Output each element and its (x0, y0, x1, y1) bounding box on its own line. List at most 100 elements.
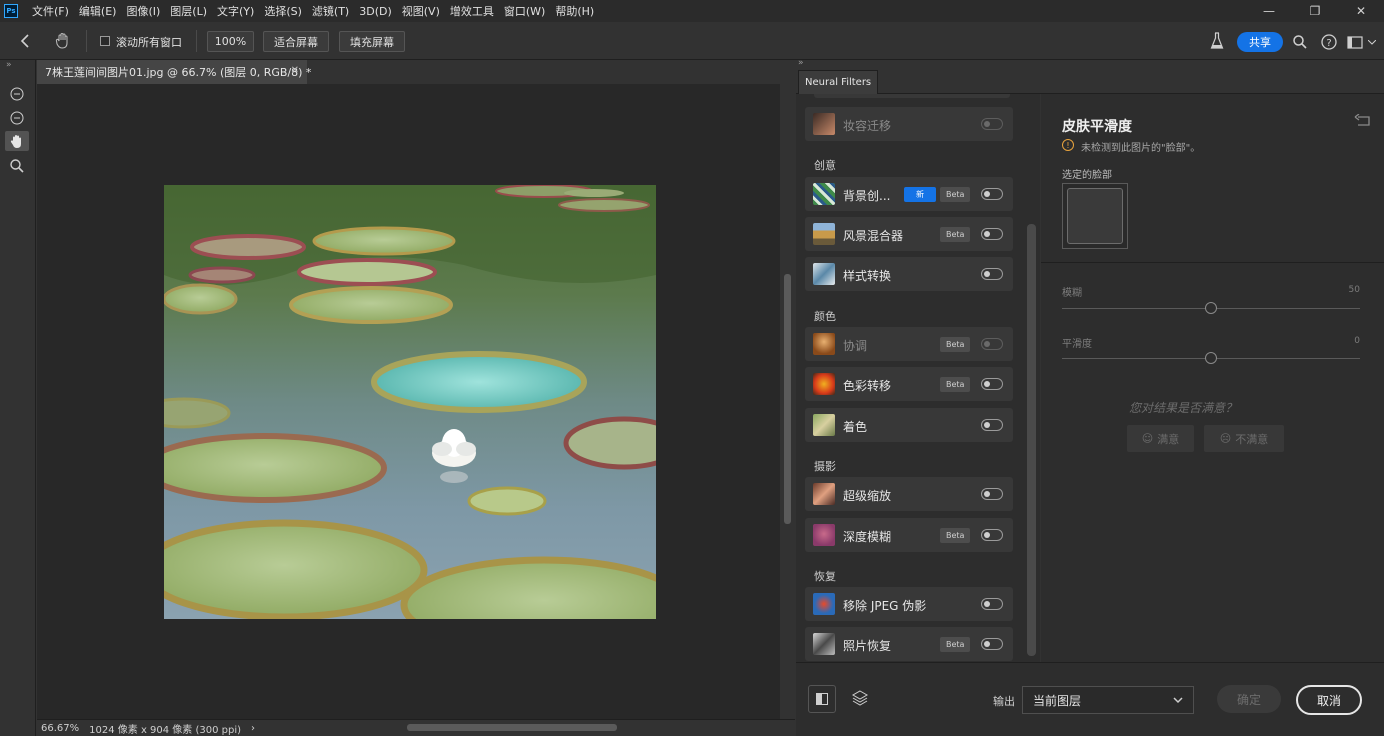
filter-toggle[interactable] (981, 188, 1003, 200)
smoothness-slider[interactable] (1062, 352, 1360, 364)
filter-jpeg-artifacts-removal[interactable]: 移除 JPEG 伪影 (805, 587, 1013, 621)
filter-depth-blur[interactable]: 深度模糊 Beta (805, 518, 1013, 552)
filter-harmonization[interactable]: 协调 Beta (805, 327, 1013, 361)
zoom-100-button[interactable]: 100% (207, 31, 254, 52)
tab-neural-filters[interactable]: Neural Filters (798, 70, 879, 94)
menu-plugins[interactable]: 增效工具 (450, 3, 494, 19)
menu-type[interactable]: 文字(Y) (217, 3, 254, 19)
fill-screen-button[interactable]: 填充屏幕 (339, 31, 405, 52)
scrollbar-thumb[interactable] (784, 274, 791, 524)
scrollbar-thumb[interactable] (1027, 224, 1036, 656)
filter-colorize[interactable]: 着色 (805, 408, 1013, 442)
zoom-out-icon[interactable] (5, 84, 29, 104)
filter-toggle[interactable] (981, 488, 1003, 500)
layers-icon[interactable] (851, 690, 869, 709)
collapse-arrows-icon[interactable]: » (798, 58, 804, 68)
menu-file[interactable]: 文件(F) (32, 3, 69, 19)
filter-thumbnail (813, 373, 835, 395)
beta-badge: Beta (940, 377, 971, 392)
filter-name: 风景混合器 (843, 229, 904, 243)
scroll-all-windows-checkbox[interactable] (100, 36, 110, 46)
menu-select[interactable]: 选择(S) (264, 3, 302, 19)
satisfied-button[interactable]: ☺ 满意 (1127, 425, 1194, 452)
status-menu-arrow[interactable]: › (251, 723, 255, 734)
horizontal-scrollbar[interactable] (267, 724, 777, 732)
menu-layer[interactable]: 图层(L) (170, 3, 207, 19)
share-button[interactable]: 共享 (1237, 32, 1283, 52)
filter-thumbnail (813, 483, 835, 505)
zoom-tool-icon[interactable] (5, 156, 29, 176)
menu-window[interactable]: 窗口(W) (504, 3, 545, 19)
menu-view[interactable]: 视图(V) (402, 3, 440, 19)
minimize-button[interactable]: — (1246, 0, 1292, 22)
blur-slider[interactable] (1062, 302, 1360, 314)
filter-toggle[interactable] (981, 338, 1003, 350)
document-tab[interactable]: 7株王莲间间图片01.jpg @ 66.7% (图层 0, RGB/8) * ✕ (37, 60, 311, 84)
scroll-all-windows-label: 滚动所有窗口 (116, 36, 182, 49)
back-arrow-icon[interactable] (20, 34, 30, 48)
chevron-down-icon (1173, 697, 1183, 704)
close-window-button[interactable]: ✕ (1338, 0, 1384, 22)
beta-badge: Beta (940, 637, 971, 652)
divider (86, 30, 87, 52)
filter-toggle[interactable] (981, 268, 1003, 280)
workspace-icon[interactable] (1347, 36, 1365, 49)
scrollbar-thumb[interactable] (407, 724, 617, 731)
feedback-question: 您对结果是否满意？ (1129, 401, 1238, 415)
help-icon[interactable]: ? (1321, 34, 1337, 50)
before-after-button[interactable] (808, 685, 836, 713)
selected-face-label: 选定的脸部 (1062, 170, 1112, 181)
search-icon[interactable] (1293, 35, 1307, 49)
menu-help[interactable]: 帮助(H) (555, 3, 594, 19)
restore-button[interactable]: ❐ (1292, 0, 1338, 22)
beta-badge: Beta (940, 227, 971, 242)
zoom-out-icon[interactable] (5, 108, 29, 128)
filter-toggle[interactable] (981, 378, 1003, 390)
filter-makeup-transfer[interactable]: 妆容迁移 (805, 107, 1013, 141)
smoothness-slider-knob[interactable] (1205, 352, 1217, 364)
beta-badge: Beta (940, 337, 971, 352)
zoom-level[interactable]: 66.67% (41, 723, 79, 734)
menu-bar: Ps 文件(F) 编辑(E) 图像(I) 图层(L) 文字(Y) 选择(S) 滤… (0, 0, 1384, 22)
ok-button[interactable]: 确定 (1217, 685, 1281, 713)
filter-thumbnail (813, 113, 835, 135)
filter-background-creator[interactable]: 背景创... 新 Beta (805, 177, 1013, 211)
output-select[interactable]: 当前图层 (1022, 686, 1194, 714)
menu-image[interactable]: 图像(I) (126, 3, 160, 19)
menu-filter[interactable]: 滤镜(T) (312, 3, 349, 19)
filter-photo-restoration[interactable]: 照片恢复 Beta (805, 627, 1013, 661)
vertical-scrollbar[interactable] (780, 84, 795, 719)
chevron-down-icon[interactable] (1368, 40, 1376, 45)
filter-super-zoom[interactable]: 超级缩放 (805, 477, 1013, 511)
filter-toggle[interactable] (981, 638, 1003, 650)
filter-color-transfer[interactable]: 色彩转移 Beta (805, 367, 1013, 401)
selected-face-thumbnail[interactable] (1062, 183, 1128, 249)
filter-thumbnail (813, 633, 835, 655)
filter-name: 超级缩放 (843, 489, 892, 503)
menu-3d[interactable]: 3D(D) (359, 5, 392, 18)
filter-landscape-mixer[interactable]: 风景混合器 Beta (805, 217, 1013, 251)
filter-name: 协调 (843, 339, 868, 353)
filter-style-transfer[interactable]: 样式转换 (805, 257, 1013, 291)
cancel-button[interactable]: 取消 (1296, 685, 1362, 715)
hand-tool-icon[interactable] (5, 131, 29, 151)
reset-icon[interactable] (1354, 114, 1372, 127)
flask-icon[interactable] (1210, 32, 1224, 50)
close-icon[interactable]: ✕ (291, 65, 299, 76)
filter-toggle[interactable] (981, 419, 1003, 431)
menu-edit[interactable]: 编辑(E) (79, 3, 117, 19)
filter-name: 移除 JPEG 伪影 (843, 599, 927, 613)
filter-toggle[interactable] (981, 118, 1003, 130)
collapse-arrows-icon[interactable]: » (6, 60, 12, 70)
filter-toggle[interactable] (981, 228, 1003, 240)
fit-screen-button[interactable]: 适合屏幕 (263, 31, 329, 52)
filter-toggle[interactable] (981, 529, 1003, 541)
not-satisfied-button[interactable]: ☹ 不满意 (1204, 425, 1284, 452)
list-item (814, 94, 1010, 98)
status-bar: 66.67% 1024 像素 x 904 像素 (300 ppi) › (37, 719, 795, 736)
not-satisfied-label: 不满意 (1235, 432, 1269, 446)
filter-toggle[interactable] (981, 598, 1003, 610)
filter-list-scrollbar[interactable] (1024, 94, 1040, 662)
blur-slider-knob[interactable] (1205, 302, 1217, 314)
beta-badge: Beta (940, 187, 971, 202)
